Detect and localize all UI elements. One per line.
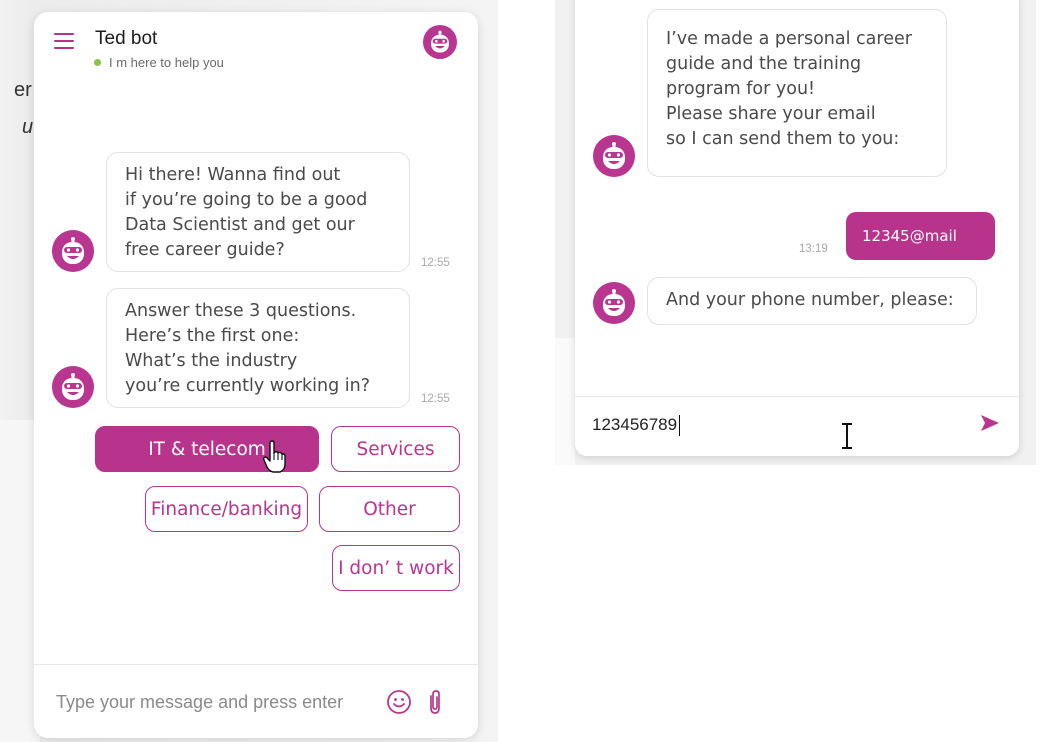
quick-reply-finance-banking[interactable]: Finance/banking <box>145 486 308 532</box>
chat-widget-continued: I’ve made a personal career guide and th… <box>575 0 1019 456</box>
quick-reply-services[interactable]: Services <box>331 426 460 472</box>
message-timestamp: 13:19 <box>799 243 828 255</box>
bot-avatar-icon <box>593 135 635 177</box>
robot-avatar-icon <box>423 25 457 59</box>
bot-avatar-icon <box>52 230 94 272</box>
quick-reply-dont-work[interactable]: I don’ t work <box>332 545 460 591</box>
message-input[interactable] <box>592 411 832 439</box>
message-input[interactable] <box>56 685 376 719</box>
bot-avatar-icon <box>593 282 635 324</box>
message-timestamp: 12:55 <box>421 257 450 269</box>
quick-reply-other[interactable]: Other <box>319 486 460 532</box>
hand-pointer-cursor-icon <box>262 440 288 478</box>
chat-widget: Ted bot I m here to help you Hi there! W… <box>34 12 478 738</box>
bot-message: And your phone number, please: <box>647 277 977 325</box>
message-composer <box>34 664 478 738</box>
message-composer <box>575 396 1019 456</box>
bot-message: I’ve made a personal career guide and th… <box>647 9 947 177</box>
hamburger-menu-icon[interactable] <box>54 33 74 49</box>
chat-header: Ted bot I m here to help you <box>34 12 478 92</box>
online-status-icon <box>94 59 101 66</box>
bot-message: Answer these 3 questions. Here’s the fir… <box>106 288 410 408</box>
background-text-fragment: er <box>14 79 32 101</box>
smiley-icon[interactable] <box>386 689 412 719</box>
text-cursor-icon <box>839 422 855 454</box>
background-text-fragment: и <box>22 116 34 138</box>
bot-status-text: I m here to help you <box>109 55 224 70</box>
paperclip-icon[interactable] <box>425 688 445 720</box>
bot-name: Ted bot <box>95 28 158 49</box>
bot-message: Hi there! Wanna find out if you’re going… <box>106 152 410 272</box>
text-caret <box>679 415 680 436</box>
bot-avatar-icon <box>52 366 94 408</box>
send-arrow-icon[interactable] <box>980 414 1000 436</box>
message-timestamp: 12:55 <box>421 393 450 405</box>
background-panel <box>555 338 575 465</box>
user-message: 12345@mail <box>846 212 995 260</box>
